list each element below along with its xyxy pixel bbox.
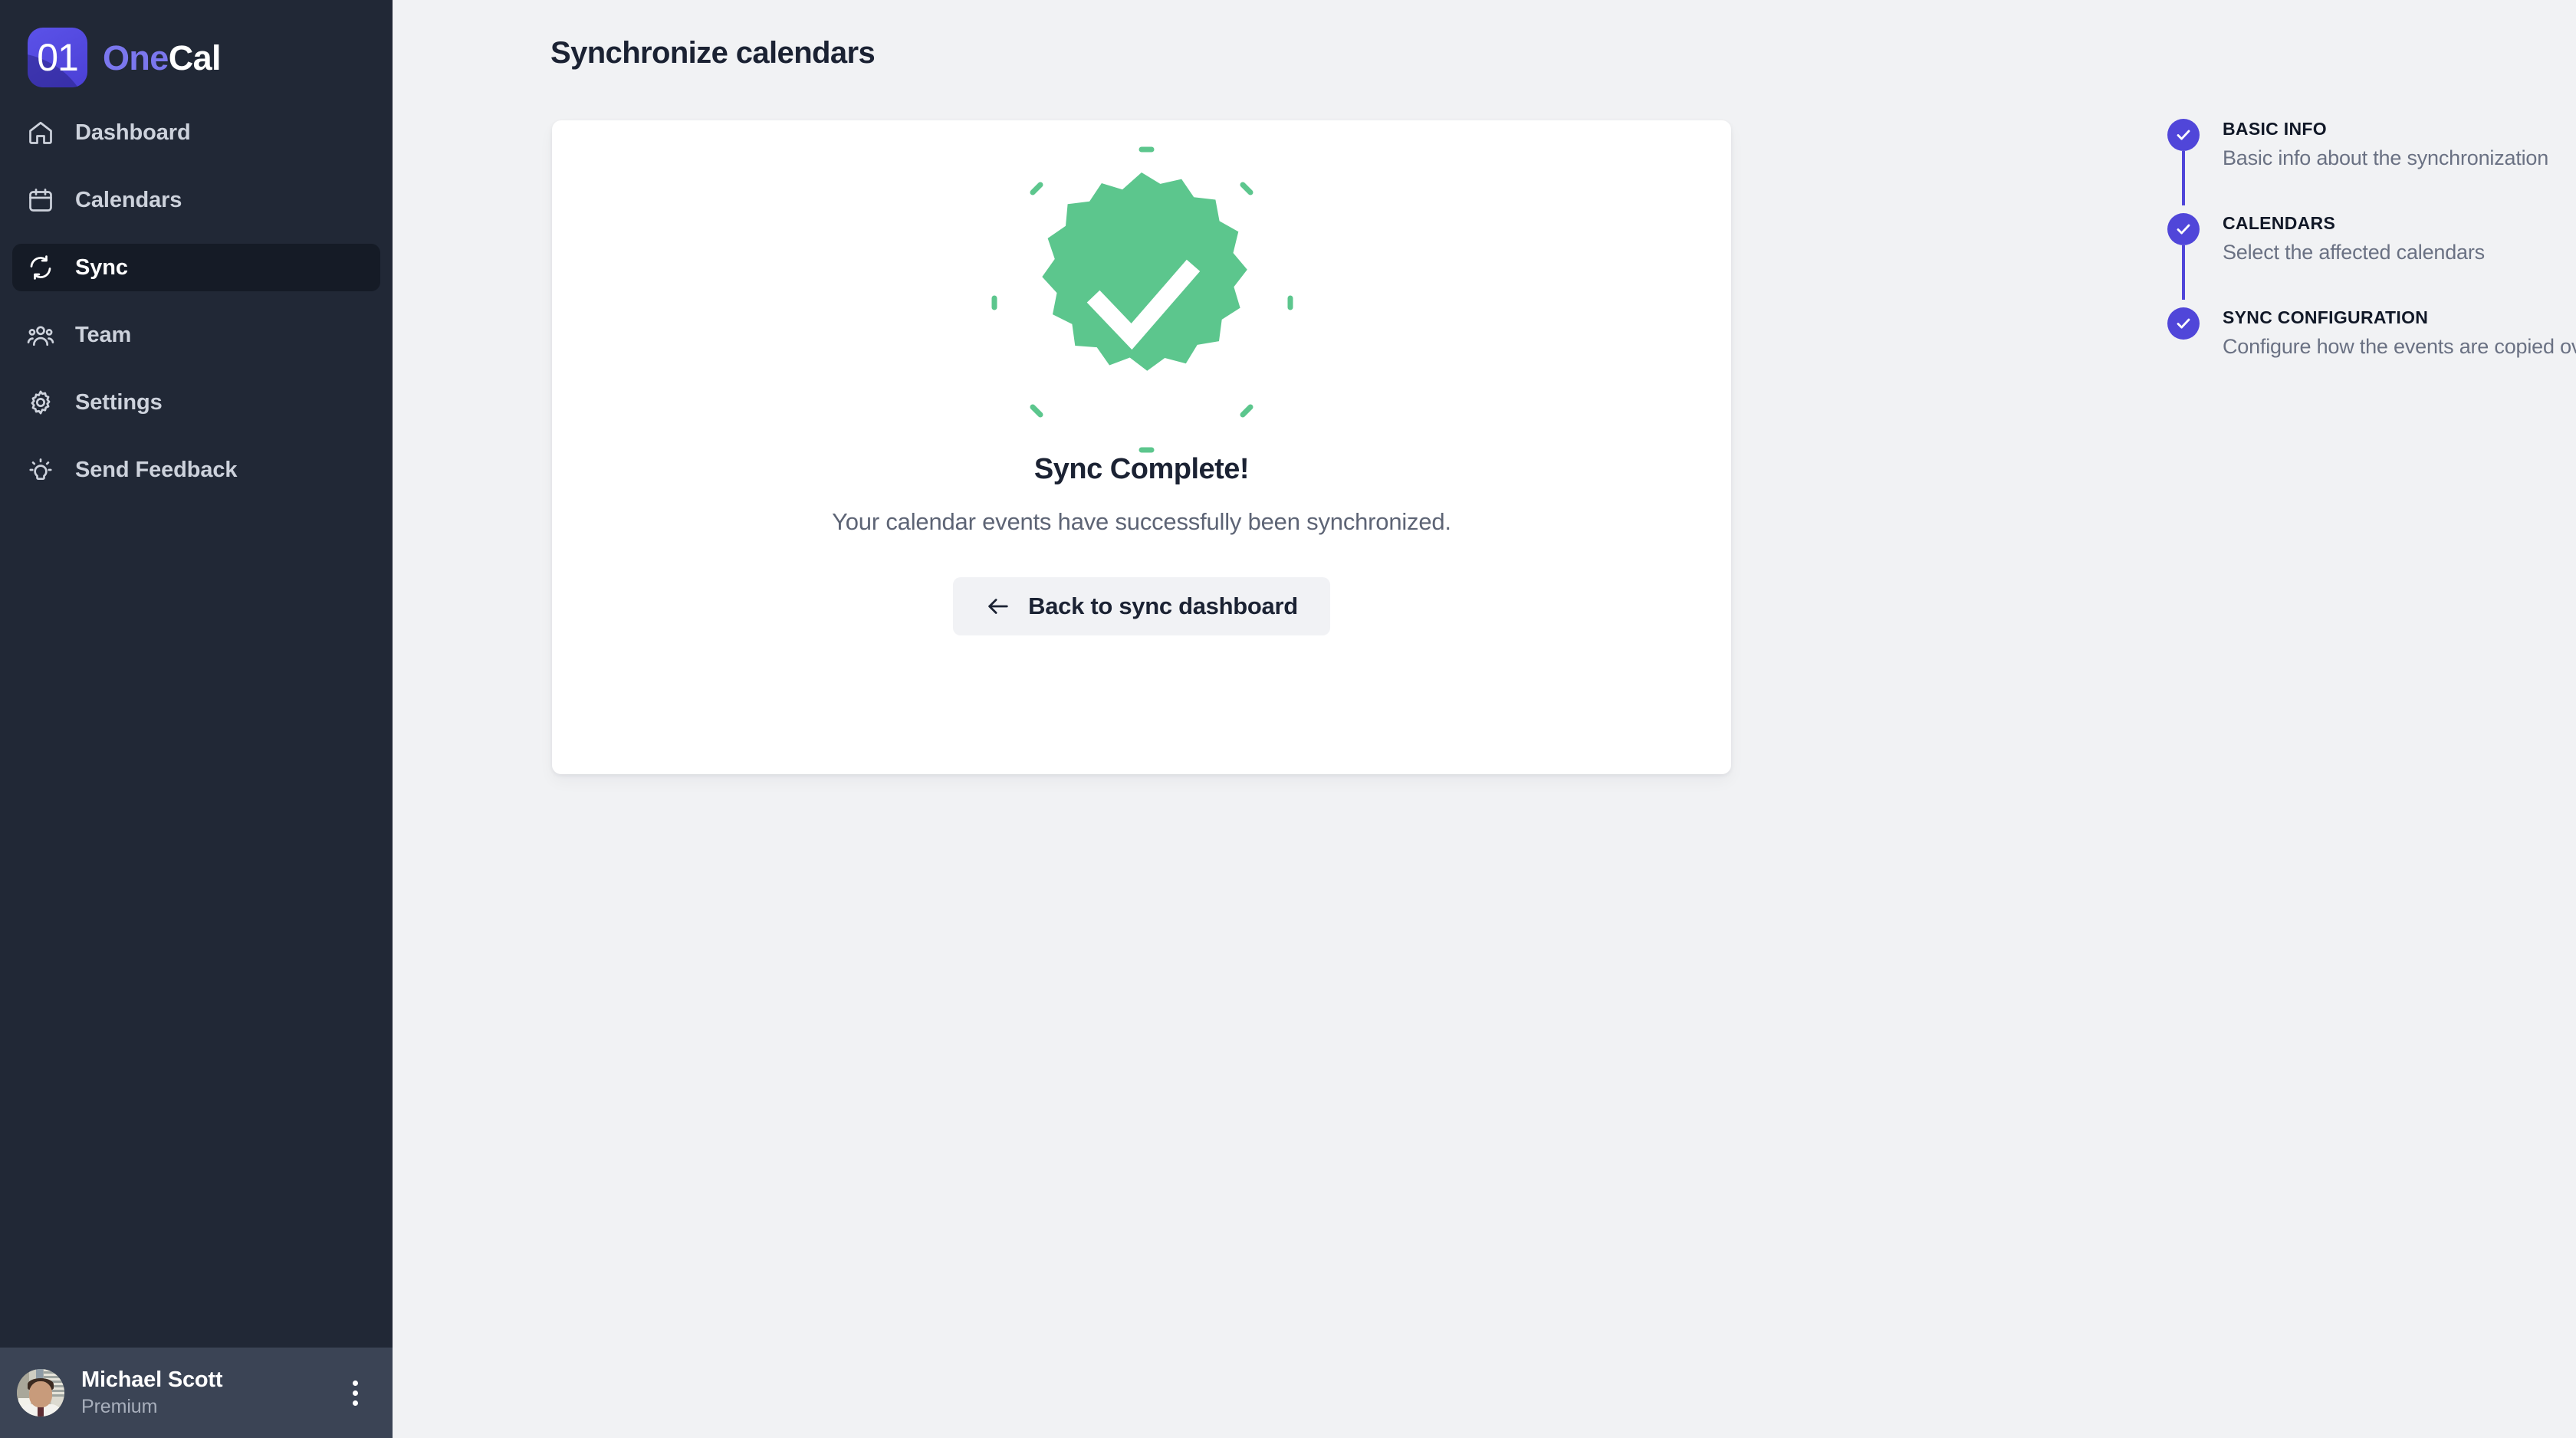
sidebar-nav: Dashboard Calendars Sync <box>0 109 393 514</box>
arrow-left-icon <box>985 593 1011 619</box>
user-name: Michael Scott <box>81 1367 222 1393</box>
sidebar-item-sync[interactable]: Sync <box>12 244 380 291</box>
stepper-connector-line <box>2182 151 2185 205</box>
sidebar-item-team[interactable]: Team <box>12 311 380 359</box>
sidebar-item-dashboard[interactable]: Dashboard <box>12 109 380 156</box>
home-icon <box>26 118 55 147</box>
sidebar-item-label: Calendars <box>75 188 182 213</box>
stepper-step-name: BASIC INFO <box>2223 119 2548 140</box>
sidebar-item-label: Sync <box>75 255 128 281</box>
sidebar-item-label: Team <box>75 323 131 348</box>
stepper-step-description: Configure how the events are copied over <box>2223 335 2576 359</box>
kebab-menu-icon[interactable] <box>339 1377 371 1409</box>
brand-logo[interactable]: 01 OneCal <box>0 0 393 109</box>
lightbulb-icon <box>26 455 55 484</box>
user-profile[interactable]: Michael Scott Premium <box>0 1348 393 1438</box>
check-icon[interactable] <box>2167 213 2200 245</box>
sidebar-item-label: Settings <box>75 390 163 415</box>
brand-name-first: One <box>103 38 169 77</box>
stepper-connector-line <box>2182 245 2185 300</box>
check-icon[interactable] <box>2167 119 2200 151</box>
user-avatar-photo <box>17 1369 64 1417</box>
sidebar-item-calendars[interactable]: Calendars <box>12 176 380 224</box>
sync-complete-card: Sync Complete! Your calendar events have… <box>552 120 1731 774</box>
onecal-logo-icon: 01 <box>28 28 87 87</box>
sidebar-item-label: Dashboard <box>75 120 191 146</box>
success-check-badge-icon <box>973 131 1310 468</box>
back-to-sync-dashboard-button[interactable]: Back to sync dashboard <box>953 577 1330 635</box>
user-plan-badge: Premium <box>81 1396 222 1418</box>
sidebar: 01 OneCal Dashboard Calendars <box>0 0 393 1438</box>
sync-complete-subtitle: Your calendar events have successfully b… <box>832 508 1451 536</box>
stepper-step-name: SYNC CONFIGURATION <box>2223 307 2576 328</box>
gear-icon <box>26 388 55 417</box>
stepper-step-sync-configuration[interactable]: SYNC CONFIGURATION Configure how the eve… <box>2167 307 2576 359</box>
page-title: Synchronize calendars <box>550 36 875 71</box>
sidebar-item-send-feedback[interactable]: Send Feedback <box>12 446 380 494</box>
brand-wordmark: OneCal <box>103 41 221 75</box>
brand-mark-text: 01 <box>37 38 78 77</box>
back-button-label: Back to sync dashboard <box>1028 593 1298 620</box>
stepper-step-description: Select the affected calendars <box>2223 241 2485 264</box>
stepper-step-calendars[interactable]: CALENDARS Select the affected calendars <box>2167 213 2576 307</box>
sidebar-item-label: Send Feedback <box>75 458 237 483</box>
calendar-icon <box>26 185 55 215</box>
sidebar-item-settings[interactable]: Settings <box>12 379 380 426</box>
users-icon <box>26 320 55 350</box>
sync-icon <box>26 253 55 282</box>
main-content: Synchronize calendars <box>393 0 2576 1438</box>
stepper-step-description: Basic info about the synchronization <box>2223 146 2548 170</box>
check-icon[interactable] <box>2167 307 2200 340</box>
stepper-step-basic-info[interactable]: BASIC INFO Basic info about the synchron… <box>2167 119 2576 213</box>
sync-wizard-stepper: BASIC INFO Basic info about the synchron… <box>2167 119 2576 359</box>
stepper-step-name: CALENDARS <box>2223 213 2485 234</box>
brand-name-second: Cal <box>169 38 221 77</box>
